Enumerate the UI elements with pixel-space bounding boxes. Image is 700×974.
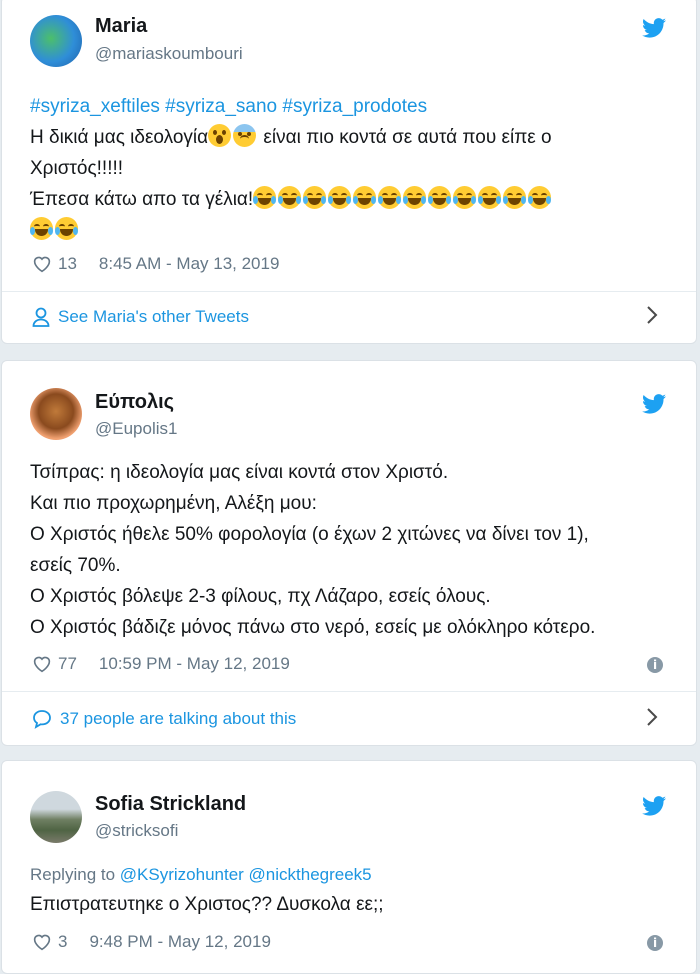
text-line: είναι πιο κοντά σε αυτά που είπε ο: [258, 127, 552, 148]
replying-prefix: Replying to: [30, 865, 120, 884]
laughing-emoji-icon: [428, 186, 452, 209]
divider: [2, 291, 696, 292]
timestamp[interactable]: 8:45 AM - May 13, 2019: [99, 254, 280, 274]
text-line: Ο Χριστός ήθελε 50% φορολογία (ο έχων 2 …: [30, 524, 589, 545]
tweet-text: Επιστρατευτηκε ο Χριστος?? Δυσκολα εε;;: [30, 889, 672, 920]
laughing-emoji-icon: [403, 186, 427, 209]
twitter-bird-icon[interactable]: [642, 393, 666, 415]
avatar[interactable]: [30, 388, 82, 440]
text-line: εσείς 70%.: [30, 555, 121, 576]
footer-label: 37 people are talking about this: [60, 709, 297, 728]
person-icon: [32, 307, 50, 327]
heart-icon[interactable]: [32, 933, 52, 951]
reply-mentions[interactable]: @KSyrizohunter @nickthegreek5: [120, 865, 372, 884]
author-name[interactable]: Sofia Strickland: [95, 793, 246, 816]
replying-to: Replying to @KSyrizohunter @nickthegreek…: [30, 865, 372, 885]
laughing-emoji-icon: [278, 186, 302, 209]
tweet-text: #syriza_xeftiles #syriza_sano #syriza_pr…: [30, 91, 672, 246]
like-count[interactable]: 13: [58, 254, 77, 274]
laughing-emoji-icon: [303, 186, 327, 209]
heart-icon[interactable]: [32, 255, 52, 273]
tweet-card-sofia: Sofia Strickland @stricksofi Replying to…: [1, 760, 697, 974]
laughing-emoji-icon: [253, 186, 277, 209]
text-line: Επιστρατευτηκε ο Χριστος?? Δυσκολα εε;;: [30, 894, 384, 915]
laughing-emoji-icon: [503, 186, 527, 209]
tweet-text: Τσίπρας: η ιδεολογία μας είναι κοντά στο…: [30, 457, 672, 643]
chevron-right-icon[interactable]: [646, 707, 658, 727]
tweet-meta: 77 10:59 PM - May 12, 2019: [32, 654, 290, 674]
divider: [2, 691, 696, 692]
laughing-emoji-icon: [353, 186, 377, 209]
tweet-meta: 13 8:45 AM - May 13, 2019: [32, 254, 279, 274]
laughing-emoji-icon: [30, 217, 53, 240]
author-handle[interactable]: @stricksofi: [95, 821, 178, 841]
author-handle[interactable]: @mariaskoumbouri: [95, 44, 243, 64]
see-other-tweets-link[interactable]: See Maria's other Tweets: [32, 297, 666, 337]
author-name[interactable]: Εύπολις: [95, 391, 174, 414]
text-line: Και πιο προχωρημένη, Αλέξη μου:: [30, 493, 317, 514]
text-line: Έπεσα κάτω απο τα γέλια!: [30, 189, 254, 210]
info-icon[interactable]: i: [647, 935, 663, 951]
chevron-right-icon[interactable]: [646, 305, 658, 325]
twitter-bird-icon[interactable]: [642, 795, 666, 817]
tweet-card-eupolis: Εύπολις @Eupolis1 Τσίπρας: η ιδεολογία μ…: [1, 360, 697, 746]
like-count[interactable]: 77: [58, 654, 77, 674]
text-line: Ο Χριστός βόλεψε 2-3 φίλους, πχ Λάζαρο, …: [30, 586, 491, 607]
laughing-emoji-icon: [528, 186, 552, 209]
tweet-meta: 3 9:48 PM - May 12, 2019: [32, 932, 271, 952]
speech-bubble-icon: [33, 710, 51, 729]
heart-icon[interactable]: [32, 655, 52, 673]
author-handle[interactable]: @Eupolis1: [95, 419, 177, 439]
info-icon[interactable]: i: [647, 657, 663, 673]
fearful-emoji-icon: [233, 124, 257, 147]
timestamp[interactable]: 10:59 PM - May 12, 2019: [99, 654, 290, 674]
laughing-emoji-row: [253, 186, 553, 210]
like-count[interactable]: 3: [58, 932, 67, 952]
conversation-link[interactable]: 37 people are talking about this: [32, 699, 666, 739]
text-line: Χριστός!!!!!: [30, 158, 124, 179]
footer-label: See Maria's other Tweets: [58, 307, 249, 326]
avatar[interactable]: [30, 15, 82, 67]
timestamp[interactable]: 9:48 PM - May 12, 2019: [89, 932, 270, 952]
text-line: Τσίπρας: η ιδεολογία μας είναι κοντά στο…: [30, 462, 449, 483]
author-name[interactable]: Maria: [95, 15, 147, 38]
text-line: Η δικιά μας ιδεολογία: [30, 127, 209, 148]
laughing-emoji-icon: [453, 186, 477, 209]
hashtags[interactable]: #syriza_xeftiles #syriza_sano #syriza_pr…: [30, 91, 672, 122]
laughing-emoji-icon: [478, 186, 502, 209]
laughing-emoji-icon: [378, 186, 402, 209]
avatar[interactable]: [30, 791, 82, 843]
tweet-card-maria: Maria @mariaskoumbouri #syriza_xeftiles …: [1, 0, 697, 344]
text-line: Ο Χριστός βάδιζε μόνος πάνω στο νερό, εσ…: [30, 617, 596, 638]
laughing-emoji-icon: [328, 186, 352, 209]
astonished-emoji-icon: [208, 124, 232, 147]
laughing-emoji-icon: [55, 217, 78, 240]
twitter-bird-icon[interactable]: [642, 17, 666, 39]
